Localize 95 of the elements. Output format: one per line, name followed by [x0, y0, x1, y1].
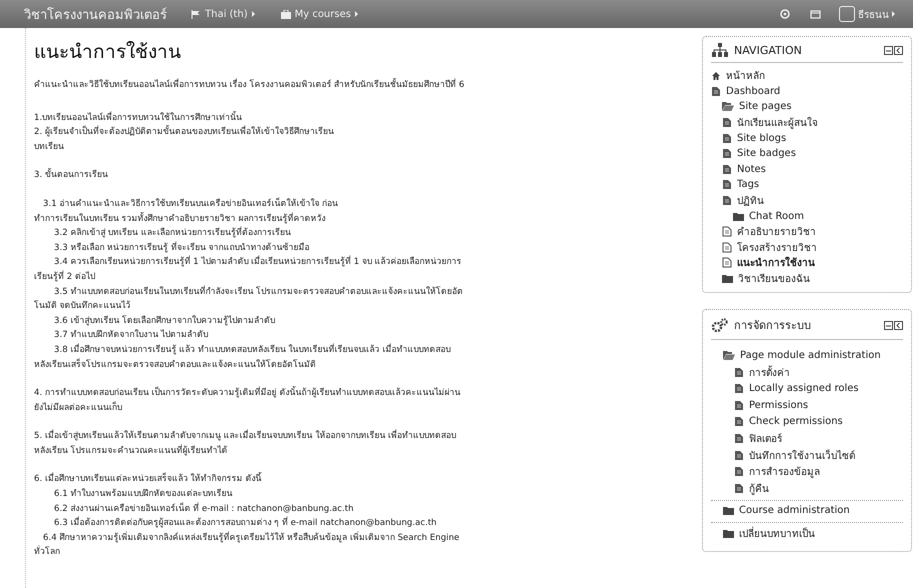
- tree-item[interactable]: การสำรองข้อมูล: [723, 463, 903, 480]
- tree-item[interactable]: Course administration: [723, 502, 903, 520]
- text-line: โนมัติ จดบันทึกคะแนนไว้: [34, 299, 131, 314]
- text-line: ยังไม่มีผลต่อคะแนนเก็บ: [34, 400, 122, 415]
- tree-item[interactable]: นักเรียนและผู้สนใจ: [711, 114, 903, 130]
- text-line: 6.2 ส่งงานผ่านเครือข่ายอินเทอร์เน็ต ที่ e-mail : natchanon@banbung.ac.th: [54, 502, 354, 516]
- document-icon: [722, 257, 732, 268]
- text-line: 4. การทำแบบทดสอบก่อนเรียน เป็นการวัดระดับความรู้เดิมที่มีอยู่ ดังนั้นถ้าผู้เรียนทำแบบทดสอบแล้วคะแนนไม่ผ่าน: [34, 386, 460, 400]
- avatar-icon: [839, 6, 855, 22]
- tree-item[interactable]: Locally assigned roles: [723, 380, 903, 398]
- text-line: 6.1 ทำใบงานพร้อมแบบฝึกหัดของแต่ละบทเรียน: [54, 487, 232, 502]
- tree-item[interactable]: Check permissions: [723, 414, 903, 430]
- text-line: 3.4 ควรเลือกเรียนหน่วยการเรียนรู้ที่ 1 ไปตามลำดับ เมื่อเรียนหน่วยการเรียนรู้ที่ 1 จบ แล้วค่อยเลือกหน่วยการ: [54, 255, 462, 270]
- tree-item[interactable]: Permissions: [723, 397, 903, 414]
- text-line: ทำการเรียนในบทเรียน รวมทั้งศึกษาคำอธิบายรายวิชา ผลการเรียนรู้ที่คาดหวัง: [34, 212, 326, 226]
- page-icon: [734, 433, 744, 444]
- folder-icon: [733, 212, 744, 221]
- dock-icon[interactable]: [884, 320, 893, 330]
- text-line: ทั่วโลก: [34, 545, 60, 560]
- page-icon: [734, 366, 744, 378]
- text-line: 3.6 เข้าสู่บทเรียน โดยเลือกศึกษาจากใบความรู้ไปตามลำดับ: [54, 314, 276, 328]
- block-title: การจัดการระบบ: [734, 318, 812, 334]
- notification-icon[interactable]: [780, 9, 790, 19]
- tree-item[interactable]: Page module administration: [723, 347, 903, 364]
- folder-icon: [722, 274, 733, 284]
- document-icon: [722, 242, 732, 253]
- text-line: 3.3 หรือเลือก หน่วยการเรียนรู้ ที่จะเรียน จากแถบนำทางด้านซ้ายมือ: [54, 240, 310, 255]
- document-icon: [722, 226, 732, 238]
- block-title: NAVIGATION: [734, 44, 803, 56]
- message-icon[interactable]: [810, 10, 821, 18]
- text-line: 3. ขั้นตอนการเรียน: [34, 168, 108, 182]
- tree-item[interactable]: เปลี่ยนบทบาทเป็น: [723, 525, 903, 542]
- flag-icon: [191, 10, 201, 18]
- home-icon: [711, 70, 721, 81]
- text-line: 6.3 เมื่อต้องการติดต่อกับครูผู้สอนและต้องการสอบถามต่าง ๆ ที่ e-mail natchanon@banbung.ac.th: [54, 516, 437, 530]
- page-icon: [722, 179, 732, 190]
- page-icon: [722, 148, 732, 160]
- tree-item[interactable]: ฟิลเตอร์: [723, 430, 903, 447]
- text-line: 3.7 ทำแบบฝึกหัดจากใบงาน ไปตามลำดับ: [54, 328, 208, 342]
- tree-item[interactable]: Chat Room: [711, 208, 903, 224]
- tree-item[interactable]: การตั้งค่า: [723, 364, 903, 380]
- page-icon: [722, 164, 732, 175]
- tree-item[interactable]: Site pages: [711, 99, 903, 115]
- text-line: 3.1 อ่านคำแนะนำและวิธีการใช้บทเรียนบนเครือข่ายอินเทอร์เน็ตให้เข้าใจ ก่อน: [43, 196, 338, 211]
- text-line: คำแนะนำและวิธีใช้บทเรียนออนไลน์เพื่อการทบทวน เรื่อง โครงงานคอมพิวเตอร์ สำหรับนักเรียนชั้นมัธยมศึกษาปีที่ 6: [34, 78, 464, 92]
- menu-link[interactable]: Thai (th): [191, 8, 255, 20]
- briefcase-icon: [280, 10, 291, 18]
- tree-item[interactable]: คำอธิบายรายวิชา: [711, 224, 903, 240]
- open-folder-icon: [722, 102, 734, 112]
- tree-item[interactable]: กู้คืน: [723, 480, 903, 497]
- tree-item[interactable]: โครงสร้างรายวิชา: [711, 240, 903, 256]
- tree-item[interactable]: Site blogs: [711, 130, 903, 146]
- tree-item[interactable]: Dashboard: [711, 84, 903, 100]
- gears-icon: [711, 318, 729, 333]
- page-icon: [722, 117, 732, 128]
- page-icon: [734, 416, 744, 428]
- text-line: เรียนรู้ที่ 2 ต่อไป: [34, 270, 95, 284]
- page-icon: [734, 482, 744, 494]
- tree-item[interactable]: วิชาเรียนของฉัน: [711, 270, 903, 286]
- collapse-icon[interactable]: [894, 320, 903, 330]
- site-name[interactable]: วิชาโครงงานคอมพิวเตอร์: [24, 4, 167, 24]
- page-title: แนะนำการใช้งาน: [34, 40, 182, 64]
- page-icon: [711, 86, 721, 97]
- text-line: 1.บทเรียนออนไลน์เพื่อการทบทวนใช้ในการศึกษาเท่านั้น: [34, 110, 242, 125]
- tree-item[interactable]: ปฏิทิน: [711, 192, 903, 208]
- text-line: 6.4 ศึกษาหาความรู้เพิ่มเติมจากลิงค์แหล่งเรียนรู้ที่ครูเตรียมไว้ให้ หรือสืบค้นข้อมูล เพิ่มเติมจาก Search Engine: [43, 530, 460, 545]
- user-menu[interactable]: ธีรธนน: [839, 6, 895, 22]
- page-icon: [734, 400, 744, 411]
- open-folder-icon: [723, 351, 735, 360]
- folder-icon: [723, 506, 734, 516]
- text-line: 3.5 ทำแบบทดสอบก่อนเรียนในบทเรียนที่กำลังจะเรียน โปรแกรมจะตรวจสอบคำตอบและแจ้งคะแนนให้โดยอัต: [54, 284, 464, 299]
- text-line: 3.8 เมื่อศึกษาจบหน่วยการเรียนรู้ แล้ว ทำแบบทดสอบหลังเรียน ในบทเรียนที่เรียนจบแล้ว เมื่อทำแบบทดสอบ: [54, 342, 450, 357]
- page-icon: [734, 466, 744, 478]
- page-icon: [722, 132, 732, 144]
- page-icon: [734, 383, 744, 394]
- sitemap-icon: [711, 43, 729, 57]
- menu-link[interactable]: My courses: [280, 8, 358, 20]
- text-line: หลังเรียนเสร็จโปรแกรมจะตรวจสอบคำตอบและแจ้งคะแนนให้โดยอัตโนมัติ: [34, 358, 316, 372]
- text-line: 2. ผู้เรียนจำเป็นที่จะต้องปฏิบัติตามขั้นตอนของบทเรียนเพื่อให้เข้าใจวิธีศึกษาเรียน: [34, 125, 334, 140]
- tree-item[interactable]: Tags: [711, 177, 903, 193]
- tree-item[interactable]: หน้าหลัก: [711, 68, 903, 84]
- text-line: 6. เมื่อศึกษาบทเรียนแต่ละหน่วยเสร็จแล้ว ให้ทำกิจกรรม ดังนี้: [34, 472, 262, 486]
- tree-item[interactable]: Notes: [711, 162, 903, 178]
- text-line: 3.2 คลิกเข้าสู่ บทเรียน และเลือกหน่วยการเรียนรู้ที่ต้องการเรียน: [54, 226, 291, 240]
- collapse-icon[interactable]: [894, 46, 903, 54]
- text-line: บทเรียน: [34, 140, 64, 154]
- text-line: หลังเรียน โปรแกรมจะคำนวณคะแนนที่ผู้เรียนทำได้: [34, 444, 228, 458]
- tree-item[interactable]: แนะนำการใช้งาน: [711, 255, 903, 271]
- tree-item[interactable]: Site badges: [711, 146, 903, 162]
- tree-item[interactable]: บันทึกการใช้งานเว็บไซต์: [723, 446, 903, 464]
- folder-icon: [723, 529, 734, 538]
- dock-icon[interactable]: [884, 46, 893, 54]
- page-icon: [722, 195, 732, 206]
- text-line: 5. เมื่อเข้าสู่บทเรียนแล้วให้เรียนตามลำดับจากเมนู และเมื่อเรียนจบบทเรียน ให้ออกจากบทเรียน เพื่อทำแบบทดสอบ: [34, 429, 456, 444]
- page-icon: [734, 450, 744, 461]
